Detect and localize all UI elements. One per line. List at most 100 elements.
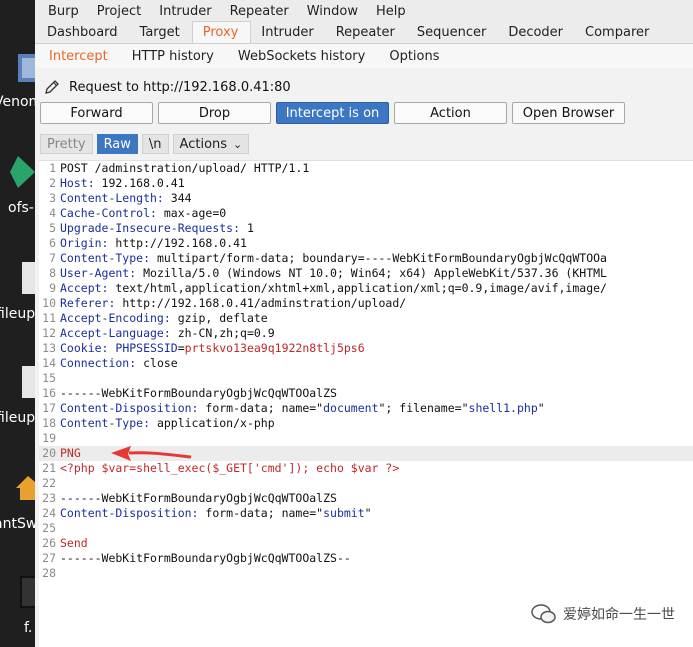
request-line[interactable]: 2 Host: 192.168.0.41 — [39, 176, 693, 191]
tab-options[interactable]: Options — [377, 46, 451, 67]
request-line[interactable]: 18 Content-Type: application/x-php — [39, 416, 693, 431]
request-line[interactable]: 17 Content-Disposition: form-data; name="… — [39, 401, 693, 416]
line-number: 19 — [42, 431, 56, 445]
main-tabs: Dashboard Target Proxy Intruder Repeater… — [35, 21, 693, 44]
desktop-label: f. — [24, 620, 33, 636]
line-content: Content-Length: 344 — [58, 191, 192, 206]
request-line[interactable]: 25 — [39, 521, 693, 536]
pretty-button[interactable]: Pretty — [40, 134, 93, 154]
line-number: 17 — [42, 401, 56, 415]
request-line[interactable]: 27 ------WebKitFormBoundaryOgbjWcQqWTOOal… — [39, 551, 693, 566]
menu-repeater[interactable]: Repeater — [221, 4, 298, 19]
newline-toggle-button[interactable]: \n — [141, 134, 169, 154]
open-browser-button[interactable]: Open Browser — [512, 102, 625, 124]
intercept-controls: Forward Drop Intercept is on Action Open… — [35, 102, 693, 124]
tab-comparer[interactable]: Comparer — [575, 22, 661, 43]
request-line[interactable]: 11 Accept-Encoding: gzip, deflate — [39, 311, 693, 326]
line-content: Accept-Language: zh-CN,zh;q=0.9 — [58, 326, 275, 341]
token: Content-Type: — [60, 251, 157, 265]
menu-help[interactable]: Help — [367, 4, 415, 19]
line-content: POST /adminstration/upload/ HTTP/1.1 — [58, 161, 309, 176]
line-content: Host: 192.168.0.41 — [58, 176, 185, 191]
request-line[interactable]: 6 Origin: http://192.168.0.41 — [39, 236, 693, 251]
request-line[interactable]: 24 Content-Disposition: form-data; name="… — [39, 506, 693, 521]
tab-sequencer[interactable]: Sequencer — [407, 22, 498, 43]
request-line[interactable]: 15 — [39, 371, 693, 386]
token: Origin: — [60, 236, 116, 250]
menu-bar: Burp Project Intruder Repeater Window He… — [35, 0, 693, 22]
tab-target[interactable]: Target — [130, 22, 192, 43]
line-number: 15 — [42, 371, 56, 385]
line-number: 9 — [49, 281, 56, 295]
menu-project[interactable]: Project — [88, 4, 150, 19]
token: Host: — [60, 176, 102, 190]
token: Send — [60, 536, 88, 550]
request-editor[interactable]: 1 POST /adminstration/upload/ HTTP/1.1 2 Ho… — [39, 160, 693, 647]
request-line[interactable]: 19 — [39, 431, 693, 446]
tab-repeater[interactable]: Repeater — [326, 22, 407, 43]
token: multipart/form-data; boundary=----WebKit… — [156, 251, 607, 265]
desktop-app-icon[interactable] — [0, 152, 35, 192]
request-line[interactable]: 16 ------WebKitFormBoundaryOgbjWcQqWTOOal… — [39, 386, 693, 401]
request-line[interactable]: 22 — [39, 476, 693, 491]
token: Content-Disposition: — [60, 401, 206, 415]
file-icon[interactable] — [0, 362, 35, 402]
request-line[interactable]: 13 Cookie: PHPSESSID=prtskvo13ea9q1922n8t… — [39, 341, 693, 356]
line-content: User-Agent: Mozilla/5.0 (Windows NT 10.0… — [58, 266, 607, 281]
desktop-app-icon[interactable] — [0, 48, 35, 88]
request-line[interactable]: 14 Connection: close — [39, 356, 693, 371]
token: prtskvo13ea9q1922n8tlj5ps6 — [184, 341, 365, 355]
token: form-data; name=" — [205, 401, 324, 415]
intercept-toggle-button[interactable]: Intercept is on — [276, 102, 389, 124]
line-number: 28 — [42, 566, 56, 580]
request-line[interactable]: 5 Upgrade-Insecure-Requests: 1 — [39, 221, 693, 236]
menu-intruder[interactable]: Intruder — [150, 4, 220, 19]
token: Upgrade-Insecure-Requests: — [60, 221, 247, 235]
line-content: Upgrade-Insecure-Requests: 1 — [58, 221, 254, 236]
token: " — [537, 401, 545, 415]
line-number: 1 — [49, 161, 56, 175]
token: Accept-Encoding: — [60, 311, 178, 325]
actions-menu-button[interactable]: Actions ⌄ — [172, 134, 250, 154]
drop-button[interactable]: Drop — [158, 102, 271, 124]
tab-websockets-history[interactable]: WebSockets history — [226, 46, 377, 67]
token: ------WebKitFormBoundaryOgbjWcQqWTOOalZS… — [60, 551, 351, 565]
token: max-age=0 — [163, 206, 227, 220]
line-content: Content-Disposition: form-data; name="do… — [58, 401, 545, 416]
token: 192.168.0.41 — [101, 176, 185, 190]
request-line[interactable]: 28 — [39, 566, 693, 581]
request-line[interactable]: 8 User-Agent: Mozilla/5.0 (Windows NT 10.… — [39, 266, 693, 281]
menu-burp[interactable]: Burp — [39, 4, 88, 19]
request-line[interactable]: 4 Cache-Control: max-age=0 — [39, 206, 693, 221]
home-icon[interactable] — [0, 470, 35, 506]
token: PHPSESSID — [115, 341, 178, 355]
tab-intercept[interactable]: Intercept — [37, 46, 120, 67]
request-line[interactable]: 12 Accept-Language: zh-CN,zh;q=0.9 — [39, 326, 693, 341]
file-icon[interactable] — [0, 258, 35, 298]
line-number: 4 — [49, 206, 56, 220]
action-button[interactable]: Action — [394, 102, 507, 124]
line-content: Origin: http://192.168.0.41 — [58, 236, 247, 251]
raw-button[interactable]: Raw — [96, 134, 138, 154]
request-line[interactable]: 23 ------WebKitFormBoundaryOgbjWcQqWTOOal… — [39, 491, 693, 506]
request-line[interactable]: 26 Send — [39, 536, 693, 551]
tab-proxy[interactable]: Proxy — [191, 21, 252, 43]
request-line[interactable]: 10 Referer: http://192.168.0.41/adminstra… — [39, 296, 693, 311]
menu-window[interactable]: Window — [298, 4, 367, 19]
forward-button[interactable]: Forward — [40, 102, 153, 124]
tab-dashboard[interactable]: Dashboard — [37, 22, 130, 43]
request-line[interactable]: 9 Accept: text/html,application/xhtml+xml… — [39, 281, 693, 296]
line-number: 22 — [42, 476, 56, 490]
request-line[interactable]: 7 Content-Type: multipart/form-data; boun… — [39, 251, 693, 266]
request-line[interactable]: 3 Content-Length: 344 — [39, 191, 693, 206]
tab-http-history[interactable]: HTTP history — [120, 46, 226, 67]
tab-intruder[interactable]: Intruder — [251, 22, 325, 43]
token: = — [177, 341, 185, 355]
line-content: Content-Disposition: form-data; name="su… — [58, 506, 372, 521]
request-line[interactable]: 1 POST /adminstration/upload/ HTTP/1.1 — [39, 161, 693, 176]
token: submit — [323, 506, 365, 520]
token: PNG — [60, 446, 81, 460]
line-content: Connection: close — [58, 356, 178, 371]
tab-decoder[interactable]: Decoder — [498, 22, 575, 43]
file-icon[interactable] — [0, 572, 35, 612]
